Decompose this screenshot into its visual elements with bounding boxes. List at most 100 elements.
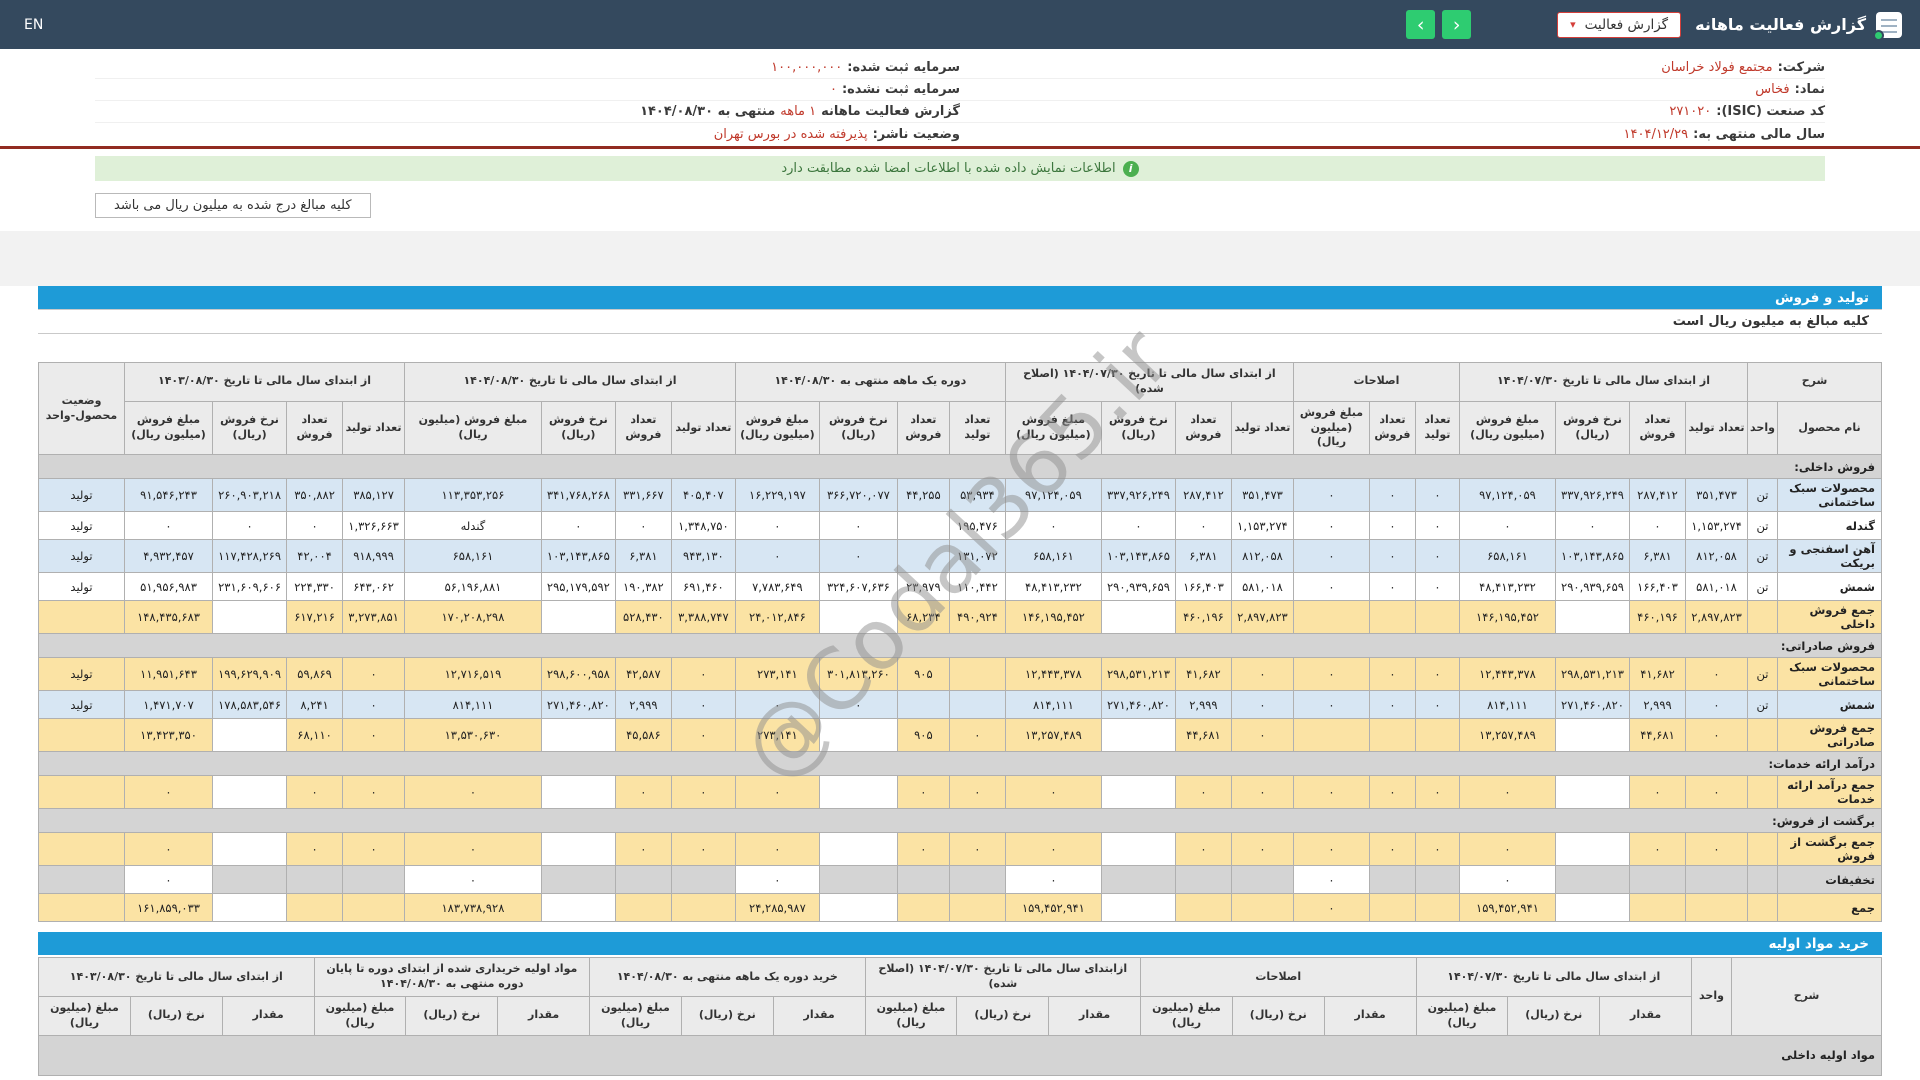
cell: ۰ xyxy=(1458,775,1557,810)
cell: ۳۴۱,۷۶۸,۲۶۸ xyxy=(540,478,616,513)
header-cell: مبلغ (میلیون ریال) xyxy=(1415,995,1509,1036)
cell: ۰ xyxy=(1368,775,1416,810)
header-cell: از ابتدای سال مالی تا تاریخ ۱۴۰۴/۰۷/۳۰ xyxy=(1415,957,1693,997)
cell: ۰ xyxy=(1629,775,1686,810)
company-value[interactable]: مجتمع فولاد خراسان xyxy=(1661,60,1772,75)
header-cell: تعداد فروش xyxy=(614,400,672,456)
cell: جمع برگشت از فروش xyxy=(1777,832,1882,867)
cell xyxy=(896,539,950,574)
cell xyxy=(540,600,616,635)
cell: ۴,۹۳۲,۴۵۷ xyxy=(123,539,214,574)
isic-row: کد صنعت (ISIC): ۲۷۱۰۲۰ xyxy=(960,101,1825,123)
app-logo-icon[interactable] xyxy=(1873,11,1902,41)
cell xyxy=(1747,865,1778,895)
cell: درآمد ارائه خدمات: xyxy=(38,751,1882,777)
report-period-value: ۱ ماهه xyxy=(780,104,817,119)
cell: ۰ xyxy=(1685,775,1748,810)
cell xyxy=(1555,865,1630,895)
cell: ۰ xyxy=(1292,478,1370,513)
table-row: جمع ۱۵۹,۴۵۲,۹۴۱ ۰ ۱۵۹,۴۵۲,۹۴۱ ۲۴,۲۸۵,۹۸۷ ۱۸۳,… xyxy=(38,893,1882,923)
currency-note-bar: کلیه مبالغ به میلیون ریال است xyxy=(38,309,1882,334)
cell: ۰ xyxy=(1368,657,1416,692)
cell xyxy=(818,600,898,635)
cell: ۹۰۵ xyxy=(896,657,950,692)
header-cell: تعداد تولید xyxy=(948,400,1006,456)
cell: شمش xyxy=(1777,690,1882,720)
header-cell: تعداد فروش xyxy=(1368,400,1416,456)
cell: ۱۵۹,۴۵۲,۹۴۱ xyxy=(1458,893,1557,923)
language-toggle[interactable]: EN xyxy=(18,17,43,33)
cell: ۸۱۲,۰۵۸ xyxy=(1685,539,1748,574)
cell: ۴۸,۴۱۳,۲۳۲ xyxy=(1004,572,1102,602)
cell: ۰ xyxy=(1685,690,1748,720)
symbol-value[interactable]: فخاس xyxy=(1755,82,1789,97)
cell: ۰ xyxy=(1368,690,1416,720)
chevron-left-icon[interactable]: ‹ xyxy=(1442,10,1472,39)
cell: تن xyxy=(1747,572,1778,602)
cell xyxy=(212,865,288,895)
table-row: محصولات سبک ساختمانی تن ۳۵۱,۴۷۳ ۲۸۷,۴۱۲ ۳۳۷,… xyxy=(38,478,1882,513)
cell: ۴۸,۴۱۳,۲۳۲ xyxy=(1458,572,1557,602)
cell: ۰ xyxy=(670,657,736,692)
alert-text: اطلاعات نمایش داده شده با اطلاعات امضا ش… xyxy=(781,161,1116,176)
cell: ۲۲۴,۳۳۰ xyxy=(286,572,344,602)
cell: ۸۱۴,۱۱۱ xyxy=(404,690,542,720)
header-cell: مقدار xyxy=(1599,995,1692,1036)
cell: ۱۶۶,۴۰۳ xyxy=(1174,572,1232,602)
cell: ۵۱,۹۵۶,۹۸۳ xyxy=(123,572,214,602)
cell: ۱۳,۵۳۰,۶۳۰ xyxy=(404,718,542,753)
cell: ۲۹۰,۹۳۹,۶۵۹ xyxy=(1555,572,1630,602)
cell: ۰ xyxy=(1555,511,1630,541)
cell xyxy=(818,893,898,923)
chevron-right-icon[interactable]: › xyxy=(1406,10,1436,39)
cell: ۱۴۶,۱۹۵,۴۵۲ xyxy=(1458,600,1557,635)
header-cell: تعداد تولید xyxy=(1685,400,1748,456)
cell xyxy=(540,865,616,895)
cell: ۰ xyxy=(1414,657,1460,692)
cell xyxy=(614,893,672,923)
table-row: فروش داخلی: xyxy=(38,454,1882,480)
spacer-band xyxy=(0,231,1920,286)
cell: ۱۴۸,۴۳۵,۶۸۳ xyxy=(123,600,214,635)
signature-alert: i اطلاعات نمایش داده شده با اطلاعات امضا… xyxy=(95,156,1825,181)
header-cell: نرخ (ریال) xyxy=(405,995,499,1036)
cell: ۰ xyxy=(212,511,288,541)
issuer-status-value: پذیرفته شده در بورس تهران xyxy=(713,126,868,142)
cell: ۴۱,۶۸۲ xyxy=(1629,657,1686,692)
cell xyxy=(38,893,125,923)
cell xyxy=(1414,600,1460,635)
cell xyxy=(1100,832,1176,867)
table-row: شمش تن ۰ ۲,۹۹۹ ۲۷۱,۴۶۰,۸۲۰ ۸۱۴,۱۱۱ ۰ ۰ ۰ ۰ ۲,۹۹۹ ۲۷… xyxy=(38,690,1882,720)
fiscal-year-row: سال مالی منتهی به: ۱۴۰۴/۱۲/۲۹ xyxy=(960,123,1825,145)
cell: ۰ xyxy=(948,718,1006,753)
header-cell: ازابتدای سال مالی تا تاریخ ۱۴۰۴/۰۷/۳۰ (ا… xyxy=(864,957,1142,997)
cell: محصولات سبک ساختمانی xyxy=(1777,657,1882,692)
cell xyxy=(212,718,288,753)
registered-capital-label: سرمایه ثبت شده: xyxy=(847,60,960,75)
cell xyxy=(1747,775,1778,810)
cell xyxy=(1414,893,1460,923)
table-row: فروش صادراتی: xyxy=(38,633,1882,659)
report-type-dropdown[interactable]: گزارش فعالیت ▾ xyxy=(1557,11,1682,38)
header-cell: مواد اولیه خریداری شده از ابتدای دوره تا… xyxy=(313,957,591,997)
cell: ۰ xyxy=(1004,832,1102,867)
cell: ۴۲,۵۸۷ xyxy=(614,657,672,692)
fiscal-year-label: سال مالی منتهی به: xyxy=(1693,126,1825,142)
cell: ۱۲,۴۴۳,۳۷۸ xyxy=(1004,657,1102,692)
cell: ۱۹۹,۶۲۹,۹۰۹ xyxy=(212,657,288,692)
header-cell: مبلغ (میلیون ریال) xyxy=(313,995,407,1036)
cell xyxy=(948,865,1006,895)
cell: ۱,۱۵۳,۲۷۴ xyxy=(1230,511,1294,541)
cell: ۵۸۱,۰۱۸ xyxy=(1230,572,1294,602)
report-period-row: گزارش فعالیت ماهانه ۱ ماهه منتهی به ۱۴۰۴… xyxy=(95,101,960,123)
unregistered-capital-value: ۰ xyxy=(829,82,837,97)
header-cell: تعداد تولید xyxy=(342,400,406,456)
cell: تولید xyxy=(38,478,125,513)
cell: ۰ xyxy=(1458,832,1557,867)
cell: ۱۹۵,۴۷۶ xyxy=(948,511,1006,541)
cell: ۶۵۸,۱۶۱ xyxy=(1458,539,1557,574)
cell xyxy=(1368,718,1416,753)
section-header-materials: خرید مواد اولیه xyxy=(38,932,1882,956)
production-sales-table: شرح از ابتدای سال مالی تا تاریخ ۱۴۰۴/۰۷/۳… xyxy=(38,361,1882,923)
cell: ۵۸۱,۰۱۸ xyxy=(1685,572,1748,602)
